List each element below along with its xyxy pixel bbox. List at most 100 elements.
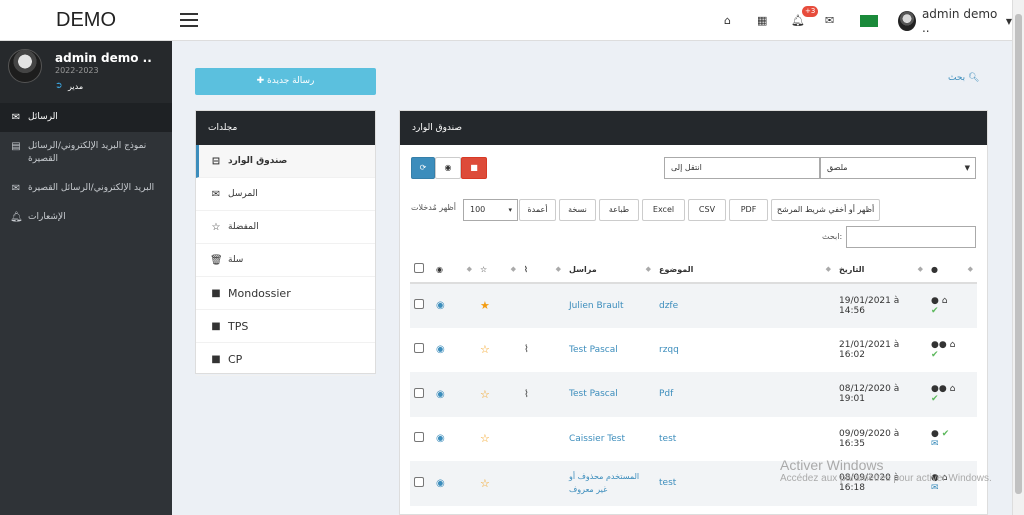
sidebar-year: 2022-2023 <box>55 66 99 75</box>
folder-icon: ■ <box>211 320 221 332</box>
language-flag-icon[interactable] <box>860 15 878 27</box>
row-checkbox[interactable] <box>414 343 424 354</box>
show-entries-label: أظهر مُدخلات <box>411 203 456 212</box>
toggle-filter-button[interactable]: أظهر أو أخفي شريط المرشح <box>771 199 880 221</box>
row-sender[interactable]: المستخدم محذوف أو غير معروف <box>569 472 639 494</box>
search-label: ابحث: <box>822 232 843 241</box>
delete-button[interactable]: ■ <box>461 157 487 179</box>
row-time: 16:35 <box>839 438 865 449</box>
row-subject[interactable]: dzfe <box>659 301 678 311</box>
star-filled-icon[interactable]: ★ <box>480 299 490 312</box>
row-time: 19:01 <box>839 394 865 405</box>
eye-icon[interactable]: ◉ <box>436 344 445 355</box>
row-subject[interactable]: rzqq <box>659 345 679 355</box>
check-icon: ✔ <box>931 394 939 405</box>
table-row[interactable]: ◉ ☆ ⌇ Test Pascal rzqq 21/01/2021 à 16:02… <box>410 328 977 373</box>
user-icon: ● <box>931 428 939 439</box>
pdf-button[interactable]: PDF <box>729 199 768 221</box>
newspaper-icon: ▤ <box>11 141 21 152</box>
star-outline-icon[interactable]: ☆ <box>480 477 490 490</box>
folders-title: مجلدات <box>196 111 375 145</box>
select-all-checkbox[interactable] <box>414 263 424 273</box>
sort-icon: ◆ <box>645 264 651 273</box>
print-button[interactable]: طباعة <box>599 199 639 221</box>
column-sender: مراسل <box>569 264 597 274</box>
envelope-icon[interactable]: ✉ <box>825 0 834 41</box>
scrollbar[interactable] <box>1012 0 1024 515</box>
sidebar-item-notifications[interactable]: 🔔︎ الإشعارات <box>0 203 172 232</box>
folder-icon: ■ <box>211 353 221 365</box>
row-time: 16:02 <box>839 349 865 360</box>
table-row[interactable]: ◉ ☆ ⌇ Test Pascal Pdf 08/12/2020 à 19:01 … <box>410 372 977 417</box>
eye-icon[interactable]: ◉ <box>436 478 445 489</box>
folder-trash[interactable]: 🗑︎ سلة <box>196 244 375 277</box>
row-checkbox[interactable] <box>414 432 424 443</box>
row-sender[interactable]: Caissier Test <box>569 434 625 444</box>
folders-panel: مجلدات ⊟ صندوق الوارد ✉ المرسل ☆ المفضلة 🗑︎… <box>195 110 376 376</box>
mark-read-button[interactable]: ◉ <box>435 157 461 179</box>
excel-button[interactable]: Excel <box>642 199 685 221</box>
eye-icon: ◉ <box>444 163 452 172</box>
folder-favorites[interactable]: ☆ المفضلة <box>196 211 375 244</box>
eye-icon[interactable]: ◉ <box>436 433 445 444</box>
row-sender[interactable]: Test Pascal <box>569 389 618 399</box>
users-icon: ●● <box>931 384 947 395</box>
calendar-icon[interactable]: ▦ <box>757 0 767 41</box>
columns-button[interactable]: أعمدة <box>519 199 556 221</box>
users-icon: ●● <box>931 339 947 350</box>
star-outline-icon[interactable]: ☆ <box>480 343 490 356</box>
eye-icon[interactable]: ◉ <box>436 389 445 400</box>
star-icon: ☆ <box>480 264 488 274</box>
folder-sent[interactable]: ✉ المرسل <box>196 178 375 211</box>
column-date: التاريخ <box>839 264 865 274</box>
menu-toggle-icon[interactable] <box>180 13 198 27</box>
eye-icon[interactable]: ◉ <box>436 300 445 311</box>
row-checkbox[interactable] <box>414 387 424 398</box>
sidebar-item-email-sms[interactable]: ✉ البريد الإلكتروني/الرسائل القصيرة <box>0 174 172 203</box>
check-icon: ✔ <box>931 305 939 316</box>
inbox-title: صندوق الوارد <box>400 111 987 145</box>
row-checkbox[interactable] <box>414 476 424 487</box>
sidebar-item-email-template[interactable]: ▤ نموذج البريد الإلكتروني/الرسائل القصيرة <box>0 132 172 174</box>
row-date: 19/01/2021 à <box>839 295 900 306</box>
folder-tps[interactable]: ■ TPS <box>196 310 375 343</box>
row-checkbox[interactable] <box>414 299 424 310</box>
sidebar: admin demo .. 2022-2023 ➲ مدير ✉ الرسائل … <box>0 41 172 515</box>
table-row[interactable]: ◉ ☆ Caissier Test test 09/09/2020 à 16:35… <box>410 417 977 462</box>
copy-button[interactable]: نسخة <box>559 199 596 221</box>
sidebar-user-name: admin demo .. <box>55 51 152 65</box>
trash-icon: ■ <box>470 163 478 172</box>
folder-mondossier[interactable]: ■ Mondossier <box>196 277 375 310</box>
home-icon[interactable]: ⌂ <box>724 0 731 41</box>
home-icon: ⌂ <box>941 295 948 306</box>
star-outline-icon[interactable]: ☆ <box>480 388 490 401</box>
user-menu[interactable]: admin demo .. ▼ <box>898 7 1012 35</box>
inbox-icon: ⊟ <box>211 155 221 167</box>
refresh-button[interactable]: ⟳ <box>411 157 435 179</box>
folder-inbox[interactable]: ⊟ صندوق الوارد <box>196 145 375 178</box>
star-outline-icon[interactable]: ☆ <box>480 432 490 445</box>
bell-icon[interactable]: 🔔︎ <box>791 0 805 41</box>
row-subject[interactable]: Pdf <box>659 389 673 399</box>
bell-icon: 🔔︎ <box>10 212 23 223</box>
paperclip-icon: ⌇ <box>524 388 529 400</box>
table-header-row: ◉ ◆ ☆ ◆ ⌇ ◆ مراسل ◆ الموضوع ◆ التاريخ ◆ ● ◆ <box>410 256 977 284</box>
table-row[interactable]: ◉ ★ Julien Brault dzfe 19/01/2021 à 14:56… <box>410 283 977 328</box>
csv-button[interactable]: CSV <box>688 199 726 221</box>
sort-icon: ◆ <box>510 264 516 273</box>
sidebar-item-messages[interactable]: ✉ الرسائل <box>0 103 172 132</box>
search-link[interactable]: بحث 🔍︎ <box>948 73 979 83</box>
label-select[interactable]: ملصق ▼ <box>820 157 976 179</box>
table-search-input[interactable] <box>846 226 976 248</box>
folder-cp[interactable]: ■ CP <box>196 343 375 376</box>
row-sender[interactable]: Test Pascal <box>569 345 618 355</box>
new-message-button[interactable]: ✚ رسالة جديدة <box>195 68 376 95</box>
row-subject[interactable]: test <box>659 478 676 488</box>
move-to-select[interactable]: انتقل إلى <box>664 157 820 179</box>
row-subject[interactable]: test <box>659 434 676 444</box>
brand-logo[interactable]: DEMO <box>0 0 172 41</box>
envelope-open-icon: ✉ <box>11 183 21 194</box>
row-sender[interactable]: Julien Brault <box>569 301 624 311</box>
home-icon: ⌂ <box>949 384 956 395</box>
page-size-select[interactable]: 100 ▾ <box>463 199 518 221</box>
